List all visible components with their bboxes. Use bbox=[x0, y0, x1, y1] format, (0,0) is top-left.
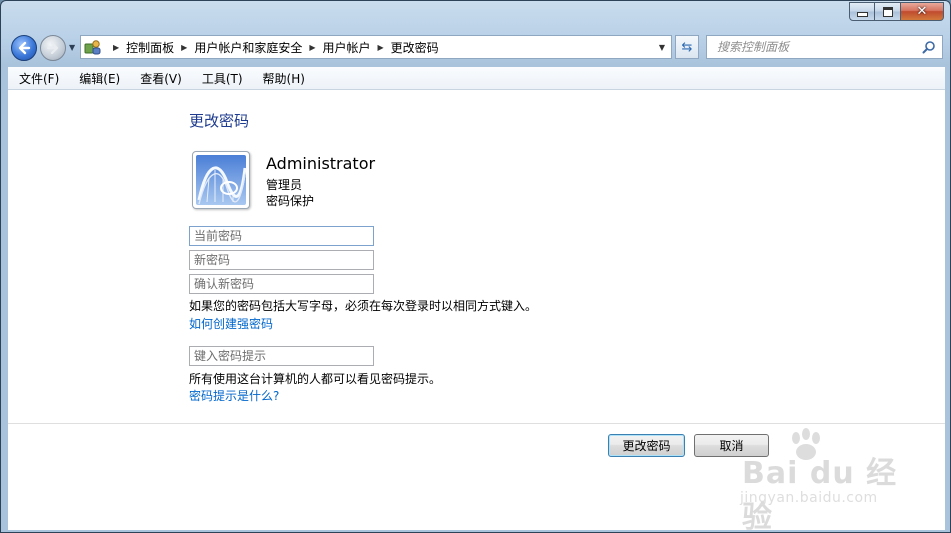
navigation-bar: ▼ ▶ 控制面板 ▶ 用户帐户和家庭安全 ▶ 用户帐户 ▶ 更改密码 ▼ ⇆ bbox=[1, 31, 950, 65]
hint-visibility-note: 所有使用这台计算机的人都可以看见密码提示。 bbox=[189, 372, 442, 386]
breadcrumb-control-panel[interactable]: 控制面板 bbox=[126, 39, 174, 56]
divider bbox=[8, 423, 945, 424]
minimize-icon bbox=[856, 12, 868, 17]
caption-buttons: ✕ bbox=[849, 2, 944, 21]
search-input[interactable] bbox=[715, 39, 919, 55]
forward-button[interactable] bbox=[40, 35, 66, 61]
breadcrumb-separator-icon[interactable]: ▶ bbox=[181, 43, 187, 52]
recent-pages-dropdown-icon[interactable]: ▼ bbox=[69, 43, 75, 52]
back-button[interactable] bbox=[11, 35, 37, 61]
forward-arrow-icon bbox=[46, 41, 59, 55]
password-hint-field[interactable] bbox=[189, 346, 374, 366]
user-name: Administrator bbox=[266, 154, 376, 173]
address-bar[interactable]: ▶ 控制面板 ▶ 用户帐户和家庭安全 ▶ 用户帐户 ▶ 更改密码 ▼ bbox=[80, 35, 672, 59]
user-avatar bbox=[192, 151, 250, 209]
main-content: 更改密码 Administrator 管理员 密码保护 如果您的密码包括大写字母… bbox=[8, 90, 945, 532]
search-icon[interactable] bbox=[922, 40, 936, 54]
breadcrumb-change-password[interactable]: 更改密码 bbox=[391, 39, 439, 56]
control-panel-icon bbox=[84, 39, 102, 55]
password-hint-help-link[interactable]: 密码提示是什么? bbox=[189, 387, 279, 404]
maximize-icon bbox=[882, 6, 893, 17]
breadcrumb-separator-icon[interactable]: ▶ bbox=[113, 43, 119, 52]
change-password-button[interactable]: 更改密码 bbox=[608, 434, 685, 457]
strong-password-link[interactable]: 如何创建强密码 bbox=[189, 315, 273, 332]
minimize-button[interactable] bbox=[849, 2, 875, 21]
roller-coaster-avatar-icon bbox=[196, 155, 247, 205]
close-button[interactable]: ✕ bbox=[901, 2, 944, 21]
breadcrumb-separator-icon[interactable]: ▶ bbox=[309, 43, 315, 52]
search-box[interactable] bbox=[706, 35, 943, 59]
baidu-jingyan-watermark: Bai du 经验 jingyan.baidu.com bbox=[736, 428, 926, 532]
page-title: 更改密码 bbox=[189, 112, 250, 130]
user-role: 管理员 bbox=[266, 178, 303, 192]
control-panel-window: ✕ ▼ ▶ 控制面板 ▶ 用户帐户和家庭安全 ▶ 用户帐户 ▶ 更改密码 ▼ ⇆… bbox=[0, 0, 951, 533]
address-dropdown-icon[interactable]: ▼ bbox=[653, 36, 671, 58]
watermark-url: jingyan.baidu.com bbox=[740, 490, 878, 506]
maximize-button[interactable] bbox=[875, 2, 901, 21]
breadcrumb-user-accounts-family-safety[interactable]: 用户帐户和家庭安全 bbox=[194, 39, 302, 56]
breadcrumb-separator-icon[interactable]: ▶ bbox=[378, 43, 384, 52]
menu-bar: 文件(F) 编辑(E) 查看(V) 工具(T) 帮助(H) bbox=[8, 67, 945, 90]
user-password-status: 密码保护 bbox=[266, 194, 315, 208]
menu-view[interactable]: 查看(V) bbox=[128, 70, 190, 87]
menu-edit[interactable]: 编辑(E) bbox=[67, 70, 128, 87]
menu-file[interactable]: 文件(F) bbox=[8, 70, 67, 87]
refresh-icon: ⇆ bbox=[681, 39, 693, 55]
back-arrow-icon bbox=[18, 41, 31, 55]
close-icon: ✕ bbox=[916, 4, 928, 19]
current-password-field[interactable] bbox=[189, 226, 374, 246]
menu-help[interactable]: 帮助(H) bbox=[251, 70, 313, 87]
new-password-field[interactable] bbox=[189, 250, 374, 270]
refresh-button[interactable]: ⇆ bbox=[675, 35, 699, 59]
breadcrumb-user-accounts[interactable]: 用户帐户 bbox=[323, 39, 371, 56]
menu-tools[interactable]: 工具(T) bbox=[190, 70, 251, 87]
caps-lock-note: 如果您的密码包括大写字母，必须在每次登录时以相同方式键入。 bbox=[189, 299, 538, 313]
confirm-password-field[interactable] bbox=[189, 274, 374, 294]
